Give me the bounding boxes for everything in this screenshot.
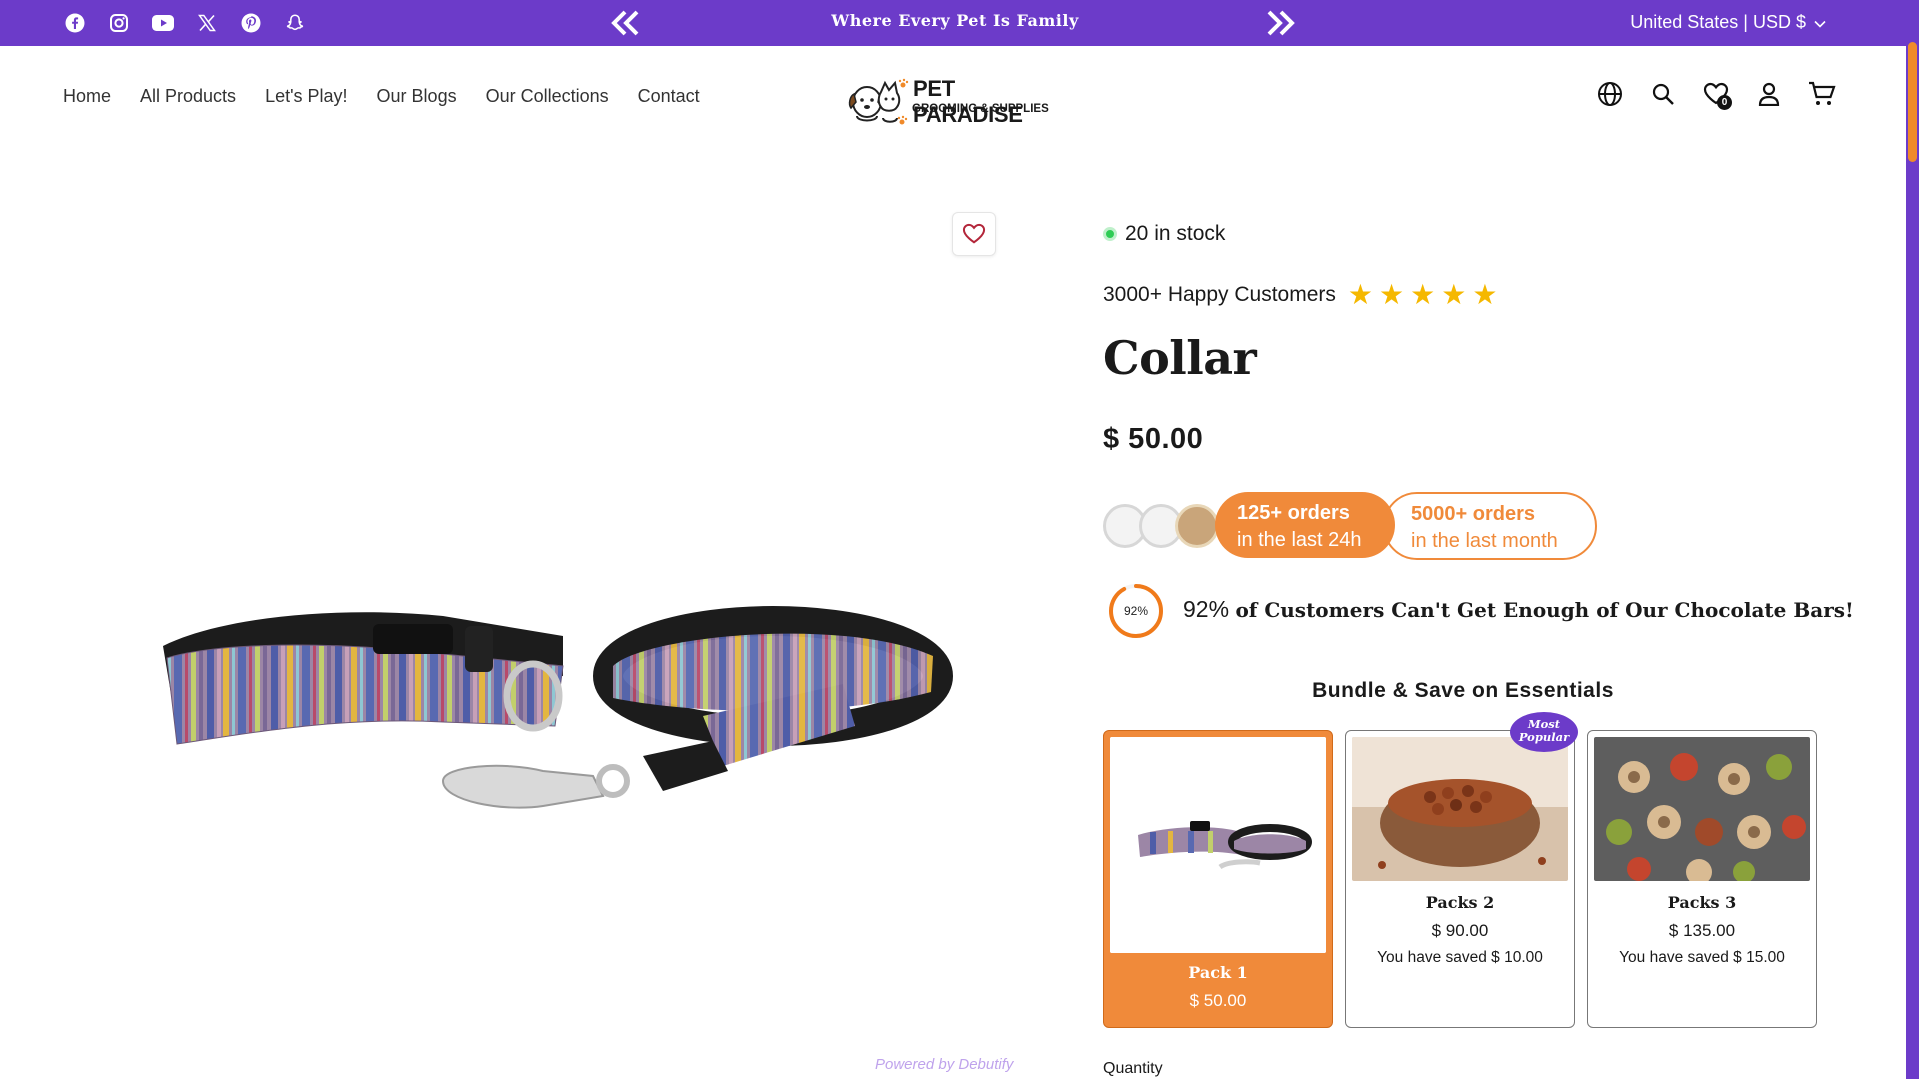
product-gallery: Powered by Debutify [63, 196, 1043, 1079]
add-to-wishlist-button[interactable] [952, 212, 996, 256]
order-thumbnail [1175, 504, 1219, 548]
star-icon: ★ [1472, 279, 1498, 310]
most-popular-badge: Most Popular [1510, 712, 1578, 752]
bundle-saved: You have saved $ 10.00 [1377, 949, 1543, 966]
happy-customers: 3000+ Happy Customers ★ ★ ★ ★ ★ [1103, 281, 1497, 309]
nav-item-contact[interactable]: Contact [638, 86, 700, 107]
chevron-down-icon [1814, 12, 1826, 33]
nav-item-lets-play[interactable]: Let's Play! [265, 86, 347, 107]
search-icon[interactable] [1649, 80, 1677, 108]
bundle-image [1594, 737, 1810, 881]
bundle-name: Packs 3 [1667, 893, 1737, 912]
star-icon: ★ [1347, 279, 1373, 310]
bundle-card-packs-3[interactable]: Packs 3 $ 135.00 You have saved $ 15.00 [1587, 730, 1817, 1028]
star-icon: ★ [1410, 279, 1436, 310]
pet-logo-icon [848, 78, 909, 125]
star-icon: ★ [1379, 279, 1405, 310]
nav-item-home[interactable]: Home [63, 86, 111, 107]
facebook-icon[interactable] [62, 11, 88, 35]
pinterest-icon[interactable] [238, 11, 264, 35]
bundle-price: $ 90.00 [1431, 921, 1489, 940]
nav-item-all-products[interactable]: All Products [140, 86, 236, 107]
bundle-price: $ 135.00 [1668, 921, 1736, 940]
nav-item-our-blogs[interactable]: Our Blogs [377, 86, 457, 107]
stock-dot-icon [1103, 227, 1117, 241]
announcement-text: Where Every Pet Is Family [831, 11, 1079, 30]
scrollbar-thumb[interactable] [1908, 42, 1917, 162]
logo-brand-text: PET PARADISE [913, 76, 1023, 127]
bundle-name: Pack 1 [1188, 963, 1248, 982]
happy-customers-text: 3000+ Happy Customers [1103, 283, 1336, 306]
orders-month-pill: 5000+ orders in the last month [1383, 492, 1597, 560]
youtube-icon[interactable] [150, 11, 176, 35]
bundle-card-packs-2[interactable]: Packs 2 $ 90.00 You have saved $ 10.00 [1345, 730, 1575, 1028]
orders-month-count: 5000+ orders [1411, 503, 1535, 525]
site-header: Home All Products Let's Play! Our Blogs … [0, 46, 1906, 146]
bundle-name: Packs 2 [1425, 893, 1495, 912]
cart-icon[interactable] [1808, 80, 1836, 108]
bundle-price: $ 50.00 [1189, 991, 1247, 1010]
page-scrollbar[interactable] [1906, 0, 1919, 1079]
nav-item-our-collections[interactable]: Our Collections [486, 86, 609, 107]
recent-orders: 5000+ orders in the last month 125+ orde… [1103, 492, 1803, 560]
rating-stars: ★ ★ ★ ★ ★ [1348, 281, 1498, 309]
satisfaction-description: of Customers Can't Get Enough of Our Cho… [1235, 598, 1854, 622]
social-links [62, 11, 308, 35]
orders-24h-period: in the last 24h [1237, 529, 1362, 551]
announcement-next-button[interactable] [1263, 8, 1297, 38]
wishlist-count-badge: 0 [1717, 95, 1732, 110]
satisfaction-value: 92% [1183, 596, 1230, 622]
account-icon[interactable] [1755, 80, 1783, 108]
main-nav: Home All Products Let's Play! Our Blogs … [63, 86, 700, 107]
satisfaction-ring: 92% [1109, 584, 1163, 638]
bundle-title: Bundle & Save on Essentials [1312, 679, 1614, 702]
locale-selector[interactable]: United States | USD $ [1630, 12, 1826, 33]
product-price: $ 50.00 [1103, 423, 1204, 455]
site-logo[interactable]: PET PARADISE GROOMING & SUPPLIES [845, 72, 1060, 128]
snapchat-icon[interactable] [282, 11, 308, 35]
recent-order-thumbnails [1103, 500, 1223, 552]
satisfaction-ring-label: 92% [1124, 604, 1148, 618]
product-title: Collar [1103, 331, 1257, 385]
stock-text: 20 in stock [1125, 222, 1226, 245]
bundle-image [1110, 737, 1326, 953]
heart-icon [962, 223, 986, 244]
satisfaction-stat: 92% 92% of Customers Can't Get Enough of… [1103, 580, 1854, 642]
locale-label: United States | USD $ [1630, 12, 1806, 32]
globe-icon[interactable] [1596, 80, 1624, 108]
powered-by-text: Powered by Debutify [875, 1056, 1014, 1073]
quantity-label: Quantity [1103, 1060, 1163, 1077]
stock-status: 20 in stock [1103, 222, 1225, 246]
logo-tagline: GROOMING & SUPPLIES [912, 103, 1049, 115]
instagram-icon[interactable] [106, 11, 132, 35]
bundle-card-pack-1[interactable]: Pack 1 $ 50.00 [1103, 730, 1333, 1028]
orders-month-period: in the last month [1411, 530, 1558, 552]
orders-24h-count: 125+ orders [1237, 502, 1350, 524]
announcement-bar: Where Every Pet Is Family United States … [0, 0, 1906, 46]
bundle-image [1352, 737, 1568, 881]
satisfaction-text: 92% of Customers Can't Get Enough of Our… [1183, 596, 1854, 623]
product-image-collar[interactable] [143, 566, 963, 866]
star-icon: ★ [1441, 279, 1467, 310]
bundle-saved: You have saved $ 15.00 [1619, 949, 1785, 966]
orders-24h-pill: 125+ orders in the last 24h [1215, 492, 1395, 558]
header-actions: 0 [1596, 80, 1836, 110]
x-icon[interactable] [194, 11, 220, 35]
bundle-options: Pack 1 $ 50.00 Packs 2 $ 90.00 You have … [1103, 712, 1823, 1030]
announcement-prev-button[interactable] [609, 8, 643, 38]
wishlist-icon[interactable]: 0 [1702, 80, 1732, 110]
